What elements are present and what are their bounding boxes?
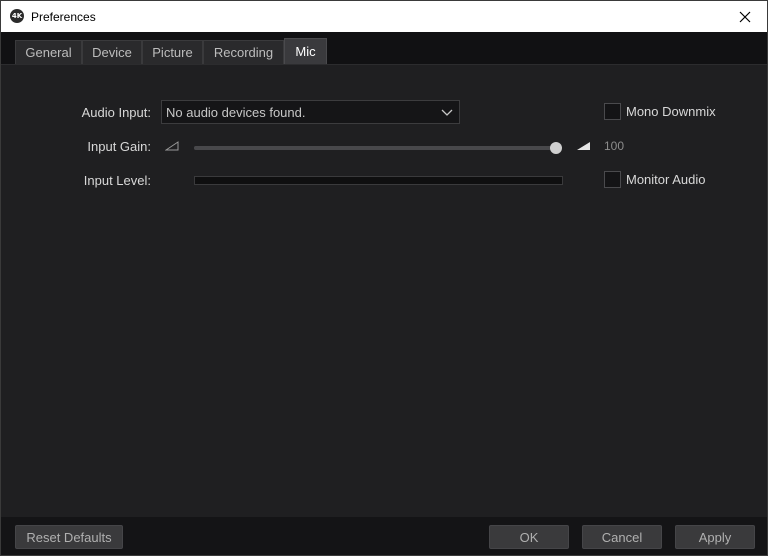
mono-downmix-checkbox[interactable] xyxy=(604,103,621,120)
preferences-window: 4K Preferences General Device Picture Re… xyxy=(0,0,768,556)
audio-input-value: No audio devices found. xyxy=(166,104,306,120)
monitor-audio-checkbox[interactable] xyxy=(604,171,621,188)
close-icon xyxy=(739,11,751,22)
mic-settings-panel: Audio Input: No audio devices found. Inp… xyxy=(1,64,767,517)
tab-recording[interactable]: Recording xyxy=(203,40,284,64)
app-logo-icon: 4K xyxy=(10,9,24,23)
audio-input-label: Audio Input: xyxy=(81,105,151,120)
tab-mic[interactable]: Mic xyxy=(284,38,327,64)
chevron-down-icon xyxy=(441,109,453,116)
tab-general[interactable]: General xyxy=(15,40,82,64)
cancel-button[interactable]: Cancel xyxy=(582,525,662,549)
input-level-label: Input Level: xyxy=(83,173,151,188)
reset-defaults-button[interactable]: Reset Defaults xyxy=(15,525,123,549)
tab-device[interactable]: Device xyxy=(82,40,142,64)
tab-picture[interactable]: Picture xyxy=(142,40,203,64)
input-gain-label: Input Gain: xyxy=(87,139,151,154)
input-gain-value: 100 xyxy=(604,139,625,153)
volume-high-icon xyxy=(577,142,590,150)
volume-low-icon xyxy=(165,141,179,151)
audio-input-select[interactable]: No audio devices found. xyxy=(161,100,460,124)
apply-button[interactable]: Apply xyxy=(675,525,755,549)
dialog-footer: Reset Defaults OK Cancel Apply xyxy=(1,517,767,555)
input-gain-slider[interactable] xyxy=(194,142,562,154)
input-gain-fill xyxy=(194,146,556,150)
monitor-audio-option[interactable]: Monitor Audio xyxy=(604,171,706,188)
ok-button[interactable]: OK xyxy=(489,525,569,549)
mono-downmix-label: Mono Downmix xyxy=(626,104,716,119)
monitor-audio-label: Monitor Audio xyxy=(626,172,706,187)
input-gain-thumb[interactable] xyxy=(550,142,562,154)
title-bar: 4K Preferences xyxy=(1,1,767,32)
close-button[interactable] xyxy=(723,1,767,32)
tab-bar: General Device Picture Recording Mic xyxy=(1,32,767,64)
window-title: Preferences xyxy=(31,10,96,24)
mono-downmix-option[interactable]: Mono Downmix xyxy=(604,103,716,120)
input-level-meter xyxy=(194,176,563,185)
